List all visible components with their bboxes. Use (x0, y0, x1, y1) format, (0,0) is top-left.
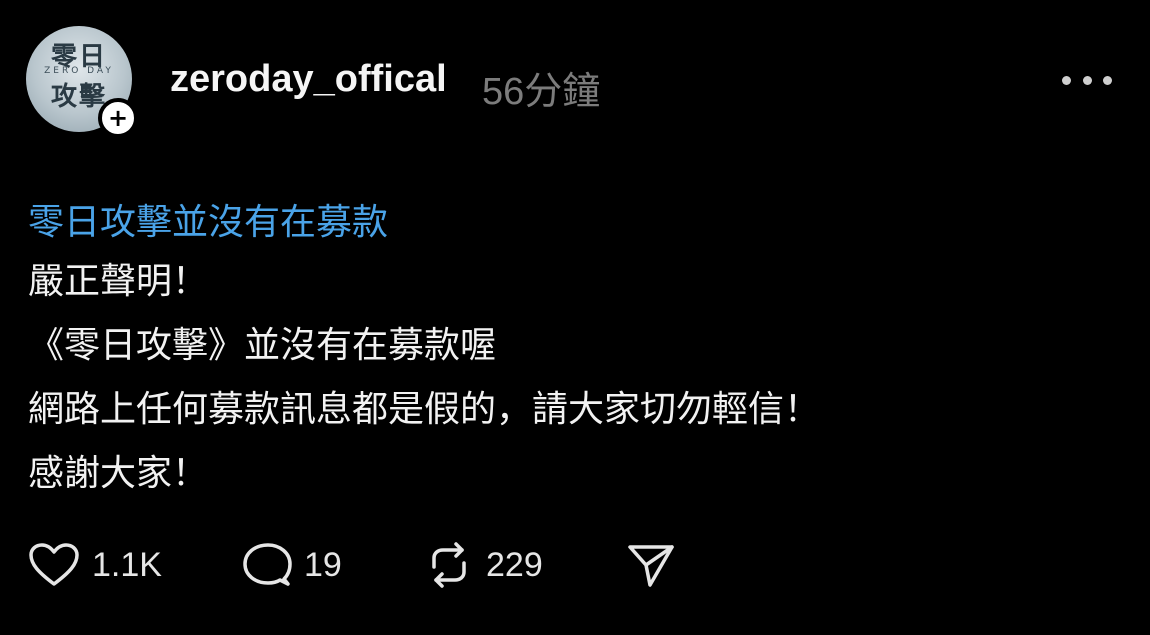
more-options-button[interactable] (1062, 74, 1112, 86)
topic-tag-link[interactable]: 零日攻擊並沒有在募款 (28, 193, 388, 245)
plus-icon: + (107, 104, 129, 132)
heart-icon (29, 543, 79, 586)
reply-button[interactable]: 19 (242, 540, 342, 590)
repost-button[interactable]: 229 (424, 540, 543, 590)
repost-icon (432, 542, 466, 588)
like-button[interactable]: 1.1K (28, 540, 162, 590)
post-body: 嚴正聲明！ 《零日攻擊》並沒有在募款喔 網路上任何募款訊息都是假的，請大家切勿輕… (28, 250, 820, 506)
send-icon (628, 545, 674, 587)
post-timestamp: 56分鐘 (482, 71, 601, 113)
more-icon (1103, 75, 1112, 85)
username[interactable]: zeroday_offical (170, 58, 447, 101)
more-icon (1082, 75, 1092, 85)
thread-post: 零日 ZERO DAY 攻擊 + zeroday_offical 56分鐘 零日… (0, 0, 1150, 635)
reply-count: 19 (304, 545, 342, 584)
body-line: 嚴正聲明！ (28, 261, 209, 302)
avatar-container[interactable]: 零日 ZERO DAY 攻擊 + (26, 26, 138, 138)
body-line: 網路上任何募款訊息都是假的，請大家切勿輕信！ (28, 389, 821, 430)
more-icon (1062, 75, 1071, 85)
like-count: 1.1K (92, 545, 162, 584)
body-line: 《零日攻擊》並沒有在募款喔 (28, 325, 497, 366)
follow-button[interactable]: + (98, 98, 138, 138)
body-line: 感謝大家！ (28, 453, 209, 494)
repost-count: 229 (486, 545, 543, 584)
comment-icon (243, 543, 292, 586)
share-button[interactable] (626, 540, 676, 590)
avatar-logo-mid: ZERO DAY (44, 66, 114, 76)
